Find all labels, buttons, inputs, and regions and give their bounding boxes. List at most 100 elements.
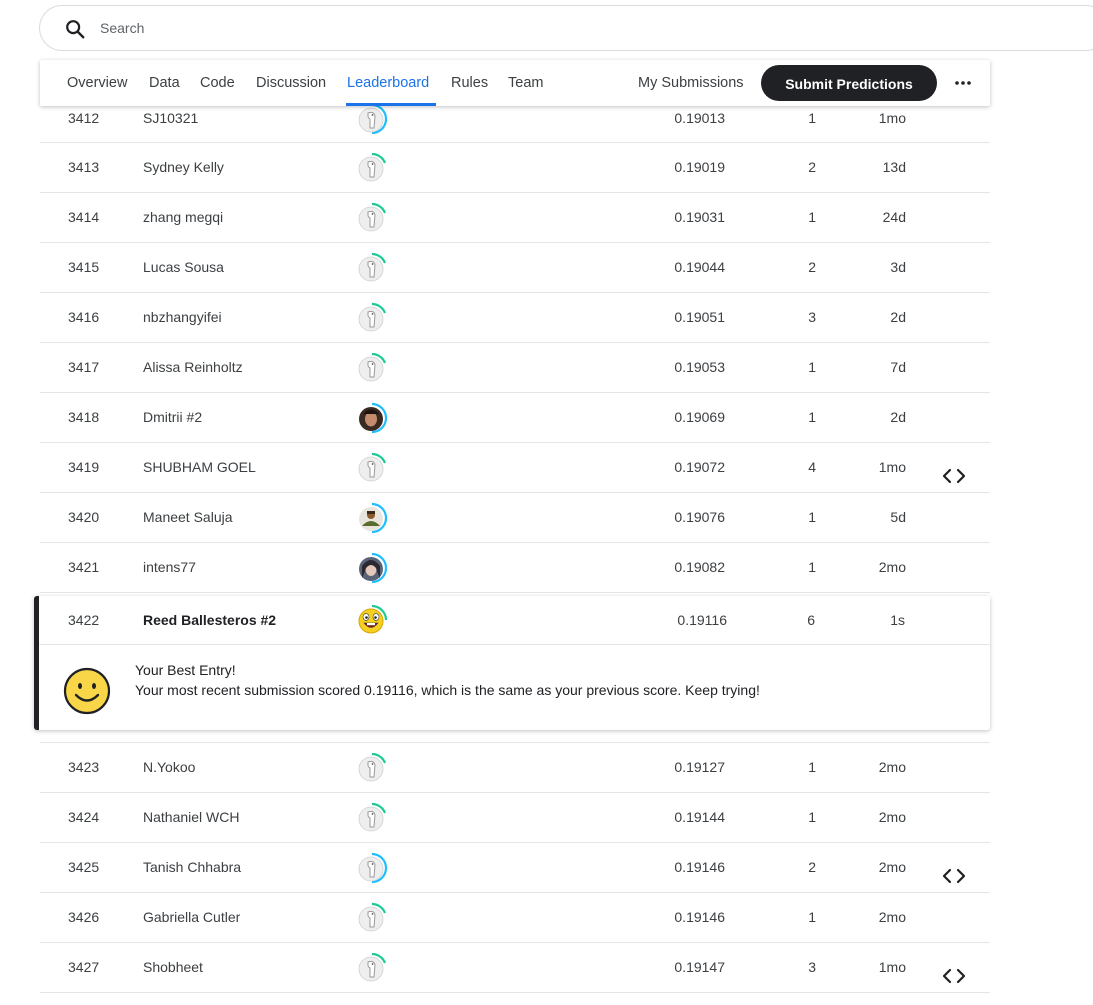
table-row[interactable]: 3416 nbzhangyifei 0.19051 3 2d: [40, 293, 990, 343]
rank: 3419: [68, 459, 100, 475]
team-name[interactable]: SHUBHAM GOEL: [143, 443, 256, 491]
rank: 3415: [68, 259, 100, 275]
last-submission: 2mo: [878, 809, 906, 825]
code-icon[interactable]: [942, 857, 966, 884]
team-name[interactable]: Gabriella Cutler: [143, 893, 240, 941]
entries-count: 2: [808, 159, 816, 175]
entries-count: 1: [808, 759, 816, 775]
team-name[interactable]: Nathaniel WCH: [143, 793, 239, 841]
avatar[interactable]: [356, 452, 388, 484]
avatar[interactable]: [356, 352, 388, 384]
last-submission: 1mo: [878, 959, 906, 975]
avatar[interactable]: [356, 252, 388, 284]
entries-count: 2: [808, 259, 816, 275]
avatar[interactable]: [356, 752, 388, 784]
tab-overview[interactable]: Overview: [67, 60, 127, 106]
team-name[interactable]: Dmitrii #2: [143, 393, 202, 441]
entries-count: 1: [808, 209, 816, 225]
table-row[interactable]: 3426 Gabriella Cutler 0.19146 1 2mo: [40, 893, 990, 943]
avatar[interactable]: [356, 902, 388, 934]
score: 0.19069: [674, 409, 725, 425]
team-name[interactable]: Shobheet: [143, 943, 203, 991]
table-row[interactable]: 3419 SHUBHAM GOEL 0.19072 4 1mo: [40, 443, 990, 493]
submit-predictions-button[interactable]: Submit Predictions: [761, 65, 937, 101]
code-icon[interactable]: [942, 957, 966, 984]
table-row[interactable]: 3414 zhang megqi 0.19031 1 24d: [40, 193, 990, 243]
table-row[interactable]: 3413 Sydney Kelly 0.19019 2 13d: [40, 143, 990, 193]
score: 0.19051: [674, 309, 725, 325]
tab-code[interactable]: Code: [200, 60, 235, 106]
tab-data[interactable]: Data: [149, 60, 180, 106]
last-submission: 5d: [890, 509, 906, 525]
score: 0.19053: [674, 359, 725, 375]
rank: 3423: [68, 759, 100, 775]
rank: 3421: [68, 559, 100, 575]
table-row[interactable]: 3421 intens77 0.19082 1 2mo: [40, 543, 990, 593]
score: 0.19144: [674, 809, 725, 825]
rank: 3420: [68, 509, 100, 525]
avatar[interactable]: [356, 402, 388, 434]
entries-count: 1: [808, 809, 816, 825]
tab-rules[interactable]: Rules: [451, 60, 488, 106]
table-row[interactable]: 3427 Shobheet 0.19147 3 1mo: [40, 943, 990, 993]
avatar[interactable]: [356, 952, 388, 984]
rank: 3422: [68, 612, 100, 628]
score: 0.19076: [674, 509, 725, 525]
entries-count: 1: [808, 359, 816, 375]
last-submission: 1s: [890, 612, 905, 628]
entries-count: 1: [808, 409, 816, 425]
score: 0.19082: [674, 559, 725, 575]
avatar[interactable]: [356, 502, 388, 534]
entries-count: 1: [808, 559, 816, 575]
team-name[interactable]: Sydney Kelly: [143, 143, 224, 191]
table-row[interactable]: 3417 Alissa Reinholtz 0.19053 1 7d: [40, 343, 990, 393]
avatar[interactable]: [356, 802, 388, 834]
my-submissions-link[interactable]: My Submissions: [638, 60, 744, 106]
code-icon[interactable]: [942, 457, 966, 484]
table-row[interactable]: 3423 N.Yokoo 0.19127 1 2mo: [40, 743, 990, 793]
team-name[interactable]: N.Yokoo: [143, 743, 195, 791]
table-row[interactable]: 3420 Maneet Saluja 0.19076 1 5d: [40, 493, 990, 543]
avatar[interactable]: [356, 604, 388, 636]
rank: 3427: [68, 959, 100, 975]
table-row[interactable]: 3424 Nathaniel WCH 0.19144 1 2mo: [40, 793, 990, 843]
rank: 3417: [68, 359, 100, 375]
avatar[interactable]: [356, 852, 388, 884]
entries-count: 2: [808, 859, 816, 875]
rank: 3418: [68, 409, 100, 425]
tab-leaderboard[interactable]: Leaderboard: [347, 60, 429, 106]
avatar[interactable]: [356, 302, 388, 334]
rank: 3426: [68, 909, 100, 925]
more-options-icon[interactable]: [952, 73, 974, 93]
team-name[interactable]: zhang megqi: [143, 193, 223, 241]
team-name[interactable]: intens77: [143, 543, 196, 591]
best-entry-message: Your most recent submission scored 0.191…: [135, 682, 760, 698]
tab-discussion[interactable]: Discussion: [256, 60, 326, 106]
score: 0.19146: [674, 909, 725, 925]
team-name[interactable]: Tanish Chhabra: [143, 843, 241, 891]
team-name[interactable]: Lucas Sousa: [143, 243, 224, 291]
avatar[interactable]: [356, 152, 388, 184]
team-name[interactable]: Reed Ballesteros #2: [143, 596, 276, 644]
rank: 3416: [68, 309, 100, 325]
team-name[interactable]: Alissa Reinholtz: [143, 343, 243, 391]
rank: 3424: [68, 809, 100, 825]
table-row[interactable]: 3418 Dmitrii #2 0.19069 1 2d: [40, 393, 990, 443]
tab-team[interactable]: Team: [508, 60, 543, 106]
best-entry-row[interactable]: 3422 Reed Ballesteros #2 0.19116 6 1s: [39, 596, 990, 645]
table-row[interactable]: 3415 Lucas Sousa 0.19044 2 3d: [40, 243, 990, 293]
last-submission: 2d: [890, 409, 906, 425]
last-submission: 2mo: [878, 559, 906, 575]
team-name[interactable]: nbzhangyifei: [143, 293, 222, 341]
avatar[interactable]: [356, 103, 388, 135]
search-bar[interactable]: Search: [39, 5, 1093, 51]
entries-count: 1: [808, 909, 816, 925]
avatar[interactable]: [356, 202, 388, 234]
team-name[interactable]: Maneet Saluja: [143, 493, 233, 541]
search-input[interactable]: Search: [100, 20, 144, 36]
avatar[interactable]: [356, 552, 388, 584]
last-submission: 3d: [890, 259, 906, 275]
table-row[interactable]: 3425 Tanish Chhabra 0.19146 2 2mo: [40, 843, 990, 893]
score: 0.19147: [674, 959, 725, 975]
score: 0.19146: [674, 859, 725, 875]
